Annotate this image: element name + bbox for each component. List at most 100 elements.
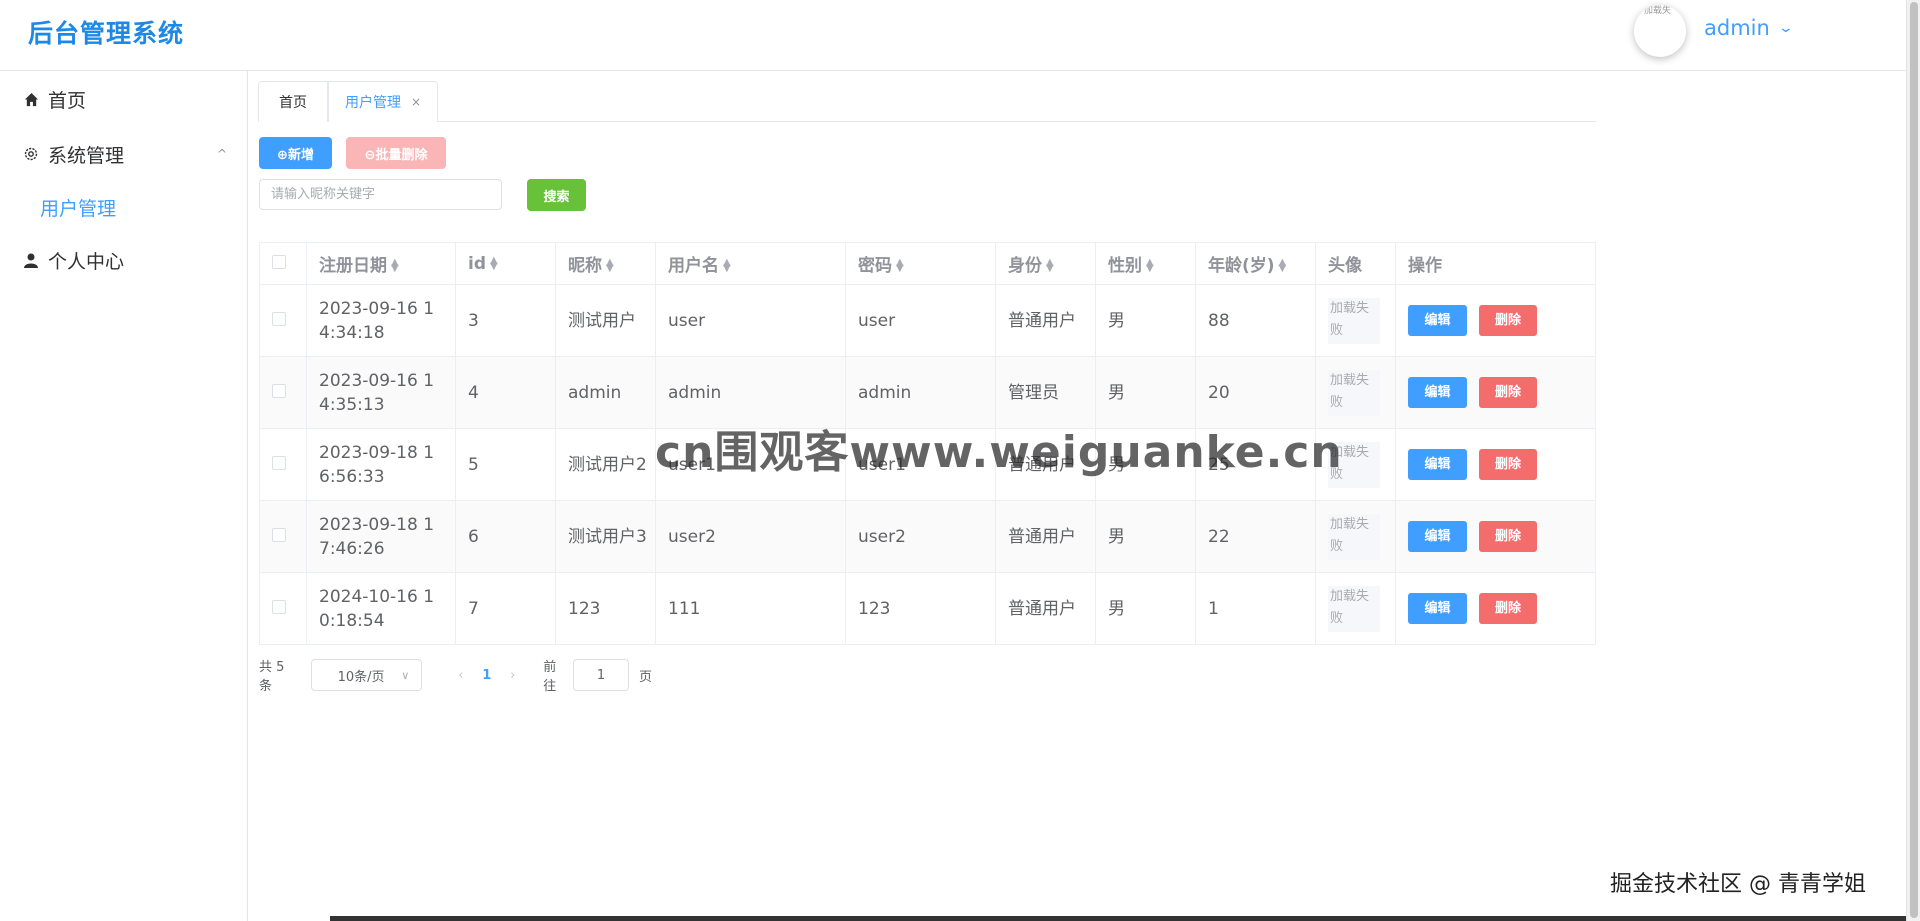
cell-id: 6: [455, 500, 556, 573]
avatar[interactable]: 加载失: [1634, 5, 1686, 57]
row-actions: 编辑 删除: [1408, 593, 1595, 624]
sort-icon[interactable]: ▲ ▼: [1046, 258, 1054, 274]
batch-delete-button[interactable]: ⊖批量删除: [346, 137, 446, 169]
search-button[interactable]: 搜索: [527, 179, 586, 211]
cell-text: 测试用户: [568, 310, 636, 331]
prev-page-button[interactable]: ‹: [448, 668, 473, 683]
sidebar-item-profile[interactable]: 个人中心: [0, 235, 247, 285]
cell-role: 普通用户: [995, 572, 1096, 645]
cell-text: 123: [568, 598, 601, 619]
cell-text: 普通用户: [1008, 526, 1076, 547]
delete-button[interactable]: 删除: [1479, 377, 1537, 408]
close-icon[interactable]: ×: [411, 95, 421, 109]
cell-age: 1: [1195, 572, 1316, 645]
delete-button[interactable]: 删除: [1479, 593, 1537, 624]
tab-user-management[interactable]: 用户管理 ×: [328, 81, 438, 122]
goto-label: 前往: [543, 660, 557, 694]
column-label: 昵称: [568, 256, 602, 276]
checkbox-cell: [259, 284, 307, 357]
column-header-actions: 操作: [1395, 242, 1596, 285]
checkbox-cell: [259, 500, 307, 573]
cell-avatar: 加载失败: [1315, 500, 1396, 573]
avatar-placeholder: 加载失败: [1328, 297, 1380, 344]
search-input[interactable]: [259, 179, 502, 210]
gear-icon: [22, 146, 40, 162]
select-all-checkbox[interactable]: [272, 254, 286, 269]
cell-actions: 编辑 删除: [1395, 428, 1596, 501]
column-header-role[interactable]: 身份 ▲ ▼: [995, 242, 1096, 285]
column-header-date[interactable]: 注册日期 ▲ ▼: [306, 242, 456, 285]
column-header-id[interactable]: id ▲ ▼: [455, 242, 556, 285]
cell-gender: 男: [1095, 500, 1196, 573]
cell-gender: 男: [1095, 572, 1196, 645]
column-label: 年龄(岁): [1208, 256, 1275, 276]
row-checkbox[interactable]: [272, 527, 286, 542]
cell-age: 88: [1195, 284, 1316, 357]
cell-nickname: admin: [555, 356, 656, 429]
edit-button[interactable]: 编辑: [1408, 593, 1467, 624]
cell-date: 2024-10-16 10:18:54: [306, 572, 456, 645]
page-size-select[interactable]: 10条/页 ∨: [310, 659, 423, 691]
sidebar-item-system[interactable]: 系统管理 ^: [0, 129, 247, 179]
column-header-password[interactable]: 密码 ▲ ▼: [845, 242, 996, 285]
sidebar-item-label: 用户管理: [40, 197, 117, 220]
vertical-scrollbar[interactable]: [1906, 0, 1920, 921]
cell-text: user: [668, 310, 706, 331]
scrollbar-thumb[interactable]: [1910, 2, 1918, 918]
delete-button[interactable]: 删除: [1479, 449, 1537, 480]
cell-nickname: 测试用户3: [555, 500, 656, 573]
cell-text: 男: [1108, 526, 1125, 547]
goto-page-input[interactable]: [573, 659, 630, 691]
cell-text: 男: [1108, 310, 1125, 331]
sort-icon[interactable]: ▲ ▼: [1279, 258, 1287, 274]
column-header-nickname[interactable]: 昵称 ▲ ▼: [555, 242, 656, 285]
row-checkbox[interactable]: [272, 383, 286, 398]
sidebar-item-label: 首页: [48, 89, 87, 112]
cell-text: 2023-09-16 14:35:13: [319, 370, 435, 415]
cell-actions: 编辑 删除: [1395, 284, 1596, 357]
row-checkbox[interactable]: [272, 455, 286, 470]
cell-role: 普通用户: [995, 500, 1096, 573]
cell-text: 测试用户3: [568, 526, 647, 547]
cell-id: 4: [455, 356, 556, 429]
sort-icon[interactable]: ▲ ▼: [606, 258, 614, 274]
cell-text: 111: [668, 598, 701, 619]
page-number[interactable]: 1: [473, 668, 500, 683]
sidebar-item-label: 个人中心: [48, 250, 125, 273]
cell-nickname: 123: [555, 572, 656, 645]
sort-icon[interactable]: ▲ ▼: [1146, 258, 1154, 274]
next-page-button[interactable]: ›: [500, 668, 525, 683]
edit-button[interactable]: 编辑: [1408, 521, 1467, 552]
avatar-alt-text: 加载失: [1644, 6, 1672, 16]
cell-text: 测试用户2: [568, 454, 647, 475]
checkbox-cell: [259, 572, 307, 645]
edit-button[interactable]: 编辑: [1408, 377, 1467, 408]
column-label: 身份: [1008, 256, 1042, 276]
edit-button[interactable]: 编辑: [1408, 305, 1467, 336]
avatar-placeholder: 加载失败: [1328, 369, 1380, 416]
edit-button[interactable]: 编辑: [1408, 449, 1467, 480]
user-dropdown[interactable]: admin ⌄: [1704, 16, 1794, 40]
sort-icon[interactable]: ▲ ▼: [391, 258, 399, 274]
chevron-down-icon: ⌄: [1777, 20, 1794, 36]
cell-nickname: 测试用户: [555, 284, 656, 357]
delete-button[interactable]: 删除: [1479, 305, 1537, 336]
sort-icon[interactable]: ▲ ▼: [490, 255, 498, 271]
sidebar-item-users[interactable]: 用户管理: [0, 182, 247, 232]
table-row: 2023-09-16 14:34:18 3 测试用户 user user 普通用户 男 88 加…: [259, 284, 1596, 357]
add-button[interactable]: ⊕新增: [259, 137, 332, 169]
sort-icon[interactable]: ▲ ▼: [723, 258, 731, 274]
tab-home[interactable]: 首页: [258, 81, 328, 122]
column-header-username[interactable]: 用户名 ▲ ▼: [655, 242, 846, 285]
cell-password: 123: [845, 572, 996, 645]
column-header-gender[interactable]: 性别 ▲ ▼: [1095, 242, 1196, 285]
column-header-age[interactable]: 年龄(岁) ▲ ▼: [1195, 242, 1316, 285]
chevron-down-icon: ∨: [401, 668, 410, 682]
row-actions: 编辑 删除: [1408, 305, 1595, 336]
cell-text: 普通用户: [1008, 598, 1076, 619]
sidebar-item-home[interactable]: 首页: [0, 74, 247, 124]
delete-button[interactable]: 删除: [1479, 521, 1537, 552]
row-checkbox[interactable]: [272, 311, 286, 326]
sort-icon[interactable]: ▲ ▼: [896, 258, 904, 274]
row-checkbox[interactable]: [272, 599, 286, 614]
